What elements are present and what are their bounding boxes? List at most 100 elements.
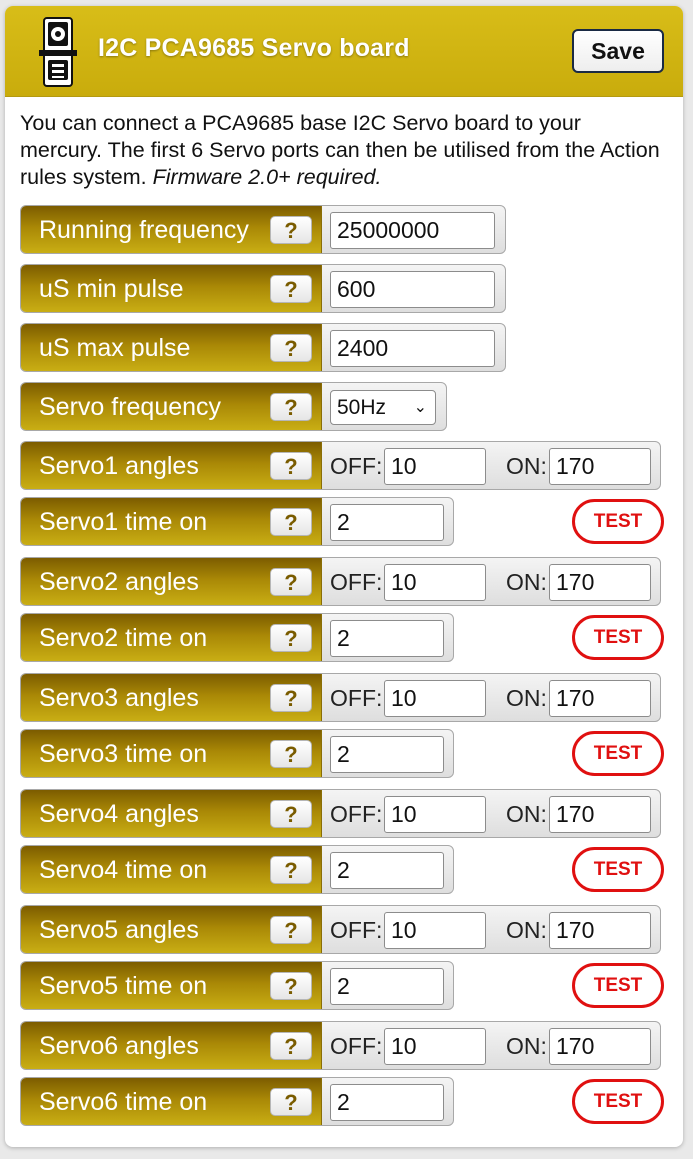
servo5-angles-label: Servo5 angles xyxy=(39,916,199,944)
row-servo-frequency: Servo frequency ? 50Hz ⌄ xyxy=(20,382,447,431)
servo1-time-input[interactable] xyxy=(330,504,444,541)
servo2-off-input[interactable] xyxy=(384,564,486,601)
servo6-on-input[interactable] xyxy=(549,1028,651,1065)
servo2-test-button[interactable]: TEST xyxy=(572,615,664,660)
running-frequency-help-icon[interactable]: ? xyxy=(270,216,312,244)
row-servo3-time: Servo3 time on ? xyxy=(20,729,454,778)
servo5-test-button[interactable]: TEST xyxy=(572,963,664,1008)
servo2-time-label-cell: Servo2 time on ? xyxy=(21,614,322,661)
row-servo1-angles: Servo1 angles ? OFF: ON: xyxy=(20,441,661,490)
servo5-on-input[interactable] xyxy=(549,912,651,949)
save-button[interactable]: Save xyxy=(572,29,664,73)
row-servo5-angles: Servo5 angles ? OFF: ON: xyxy=(20,905,661,954)
servo2-angles-help-icon[interactable]: ? xyxy=(270,568,312,596)
servo4-on-input[interactable] xyxy=(549,796,651,833)
us-min-pulse-label-cell: uS min pulse ? xyxy=(21,265,322,312)
servo2-time-label: Servo2 time on xyxy=(39,624,208,652)
row-servo4-time: Servo4 time on ? xyxy=(20,845,454,894)
servo5-time-label-cell: Servo5 time on ? xyxy=(21,962,322,1009)
servo3-test-button[interactable]: TEST xyxy=(572,731,664,776)
panel-description: You can connect a PCA9685 base I2C Servo… xyxy=(20,110,660,191)
servo4-time-help-icon[interactable]: ? xyxy=(270,856,312,884)
servo6-test-button[interactable]: TEST xyxy=(572,1079,664,1124)
servo1-angles-label-cell: Servo1 angles ? xyxy=(21,442,322,489)
row-us-max-pulse: uS max pulse ? xyxy=(20,323,506,372)
us-max-pulse-help-icon[interactable]: ? xyxy=(270,334,312,362)
running-frequency-label-cell: Running frequency ? xyxy=(21,206,322,253)
servo4-test-button[interactable]: TEST xyxy=(572,847,664,892)
servo3-time-label: Servo3 time on xyxy=(39,740,208,768)
servo1-angles-label: Servo1 angles xyxy=(39,452,199,480)
servo4-time-label-cell: Servo4 time on ? xyxy=(21,846,322,893)
us-min-pulse-input[interactable] xyxy=(330,271,495,308)
servo4-angles-help-icon[interactable]: ? xyxy=(270,800,312,828)
servo5-on-prefix: ON: xyxy=(506,917,547,943)
servo2-on-input[interactable] xyxy=(549,564,651,601)
servo5-time-input[interactable] xyxy=(330,968,444,1005)
servo1-time-help-icon[interactable]: ? xyxy=(270,508,312,536)
us-max-pulse-input[interactable] xyxy=(330,330,495,367)
us-max-pulse-label: uS max pulse xyxy=(39,334,191,362)
servo1-test-button[interactable]: TEST xyxy=(572,499,664,544)
panel-header: I2C PCA9685 Servo board Save xyxy=(5,6,683,97)
servo3-on-input[interactable] xyxy=(549,680,651,717)
servo6-off-input[interactable] xyxy=(384,1028,486,1065)
servo3-off-prefix: OFF: xyxy=(330,685,383,711)
servo3-time-input[interactable] xyxy=(330,736,444,773)
servo4-off-input[interactable] xyxy=(384,796,486,833)
servo2-time-help-icon[interactable]: ? xyxy=(270,624,312,652)
us-max-pulse-label-cell: uS max pulse ? xyxy=(21,324,322,371)
servo-frequency-label-cell: Servo frequency ? xyxy=(21,383,322,430)
running-frequency-label: Running frequency xyxy=(39,216,249,244)
row-us-min-pulse: uS min pulse ? xyxy=(20,264,506,313)
servo6-off-prefix: OFF: xyxy=(330,1033,383,1059)
servo1-off-prefix: OFF: xyxy=(330,453,383,479)
servo-board-panel: I2C PCA9685 Servo board Save You can con… xyxy=(5,6,683,1147)
servo1-angles-help-icon[interactable]: ? xyxy=(270,452,312,480)
servo5-angles-label-cell: Servo5 angles ? xyxy=(21,906,322,953)
servo4-angles-label: Servo4 angles xyxy=(39,800,199,828)
servo6-angles-label-cell: Servo6 angles ? xyxy=(21,1022,322,1069)
servo1-time-label-cell: Servo1 time on ? xyxy=(21,498,322,545)
firmware-note: Firmware 2.0+ required. xyxy=(152,165,382,189)
servo3-time-label-cell: Servo3 time on ? xyxy=(21,730,322,777)
servo5-angles-help-icon[interactable]: ? xyxy=(270,916,312,944)
servo2-time-input[interactable] xyxy=(330,620,444,657)
servo-frequency-help-icon[interactable]: ? xyxy=(270,393,312,421)
us-min-pulse-label: uS min pulse xyxy=(39,275,184,303)
row-servo2-time: Servo2 time on ? xyxy=(20,613,454,662)
servo2-off-prefix: OFF: xyxy=(330,569,383,595)
servo-frequency-select[interactable]: 50Hz ⌄ xyxy=(330,390,436,425)
servo6-time-label-cell: Servo6 time on ? xyxy=(21,1078,322,1125)
servo-frequency-value: 50Hz xyxy=(337,396,387,419)
servo3-angles-label: Servo3 angles xyxy=(39,684,199,712)
servo6-time-input[interactable] xyxy=(330,1084,444,1121)
servo3-angles-label-cell: Servo3 angles ? xyxy=(21,674,322,721)
servo6-time-help-icon[interactable]: ? xyxy=(270,1088,312,1116)
servo2-angles-label: Servo2 angles xyxy=(39,568,199,596)
servo5-time-help-icon[interactable]: ? xyxy=(270,972,312,1000)
row-servo4-angles: Servo4 angles ? OFF: ON: xyxy=(20,789,661,838)
row-servo5-time: Servo5 time on ? xyxy=(20,961,454,1010)
row-servo6-time: Servo6 time on ? xyxy=(20,1077,454,1126)
servo1-off-input[interactable] xyxy=(384,448,486,485)
servo1-time-label: Servo1 time on xyxy=(39,508,208,536)
row-servo1-time: Servo1 time on ? xyxy=(20,497,454,546)
servo6-angles-help-icon[interactable]: ? xyxy=(270,1032,312,1060)
servo1-on-input[interactable] xyxy=(549,448,651,485)
servo1-on-prefix: ON: xyxy=(506,453,547,479)
servo2-angles-label-cell: Servo2 angles ? xyxy=(21,558,322,605)
servo4-time-label: Servo4 time on xyxy=(39,856,208,884)
servo3-time-help-icon[interactable]: ? xyxy=(270,740,312,768)
us-min-pulse-help-icon[interactable]: ? xyxy=(270,275,312,303)
servo3-off-input[interactable] xyxy=(384,680,486,717)
servo4-on-prefix: ON: xyxy=(506,801,547,827)
servo4-time-input[interactable] xyxy=(330,852,444,889)
servo3-angles-help-icon[interactable]: ? xyxy=(270,684,312,712)
running-frequency-input[interactable] xyxy=(330,212,495,249)
servo6-on-prefix: ON: xyxy=(506,1033,547,1059)
servo5-off-input[interactable] xyxy=(384,912,486,949)
servo6-angles-label: Servo6 angles xyxy=(39,1032,199,1060)
servo5-time-label: Servo5 time on xyxy=(39,972,208,1000)
chevron-down-icon: ⌄ xyxy=(413,399,427,416)
